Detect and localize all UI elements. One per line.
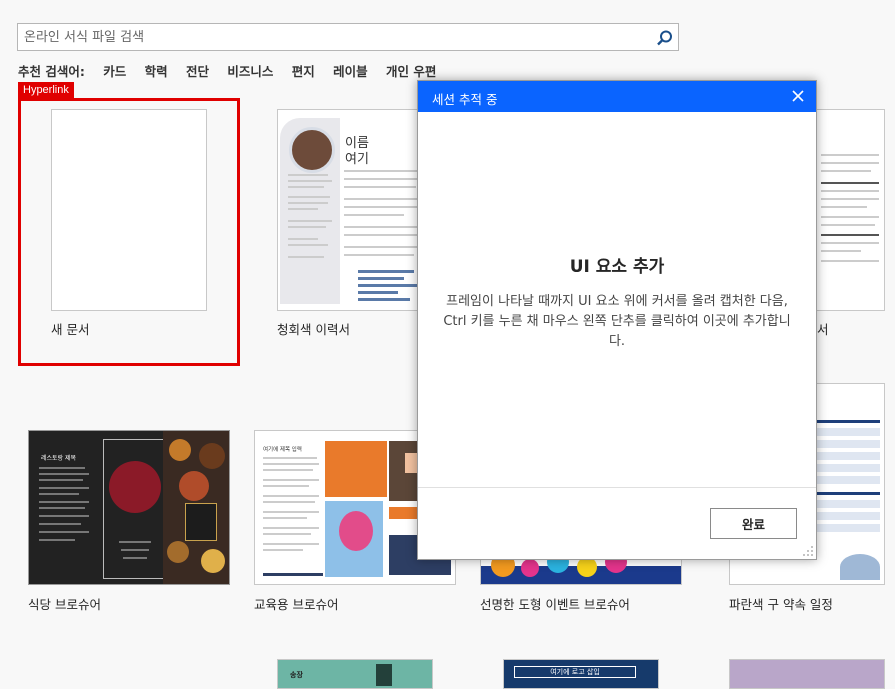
suggested-link-business[interactable]: 비즈니스 [227, 64, 273, 79]
education-title: 여기에 제목 입력 [263, 447, 302, 453]
logo-placeholder-label: 여기에 로고 삽입 [514, 666, 636, 678]
suggested-label: 추천 검색어: [18, 64, 85, 79]
session-tracking-dialog: 세션 추적 중 UI 요소 추가 프레임이 나타날 때까지 UI 요소 위에 커… [417, 80, 817, 560]
suggested-link-education[interactable]: 학력 [145, 64, 168, 79]
done-button[interactable]: 완료 [710, 508, 797, 539]
suggested-link-card[interactable]: 카드 [103, 64, 126, 79]
resume-thumbnail[interactable]: 이름 여기 [277, 109, 437, 311]
dialog-description: 프레임이 나타날 때까지 UI 요소 위에 커서를 올려 캡처한 다음, Ctr… [443, 294, 791, 349]
template-caption: 선명한 도형 이벤트 브로슈어 [480, 597, 630, 612]
close-icon[interactable] [788, 86, 808, 106]
suggested-link-label[interactable]: 레이블 [333, 64, 368, 79]
search-input[interactable] [24, 27, 644, 47]
template-caption: 청회색 이력서 [277, 322, 350, 337]
template-caption: 파란색 구 약속 일정 [729, 597, 833, 612]
search-icon[interactable] [656, 29, 674, 47]
suggested-link-personal-mail[interactable]: 개인 우편 [386, 64, 436, 79]
dialog-heading: UI 요소 추가 [569, 257, 665, 277]
dialog-header: 세션 추적 중 [418, 81, 816, 112]
floral-template-thumbnail[interactable] [729, 659, 885, 689]
template-caption: 교육용 브로슈어 [254, 597, 339, 612]
invoice-thumbnail[interactable]: 송장 [277, 659, 433, 689]
dialog-divider [418, 487, 816, 488]
hyperlink-highlight-tag: Hyperlink [18, 82, 74, 99]
resize-grip-icon[interactable] [802, 545, 814, 557]
restaurant-heading: 레스토랑 제목 [41, 455, 77, 462]
resume-name-second: 여기 [345, 152, 369, 167]
template-search-box [17, 23, 679, 51]
dialog-title: 세션 추적 중 [432, 92, 498, 107]
suggested-link-letter[interactable]: 편지 [292, 64, 315, 79]
invoice-label: 송장 [290, 671, 303, 679]
template-caption: 서 [817, 322, 829, 337]
suggested-link-flyer[interactable]: 전단 [186, 64, 209, 79]
avatar [289, 127, 335, 173]
logo-template-thumbnail[interactable]: 여기에 로고 삽입 [503, 659, 659, 689]
suggested-searches: 추천 검색어: 카드 학력 전단 비즈니스 편지 레이블 개인 우편 [18, 61, 450, 80]
template-caption: 식당 브로슈어 [28, 597, 101, 612]
restaurant-brochure-thumbnail[interactable]: 레스토랑 제목 [28, 430, 230, 585]
hyperlink-highlight-frame [18, 98, 240, 366]
